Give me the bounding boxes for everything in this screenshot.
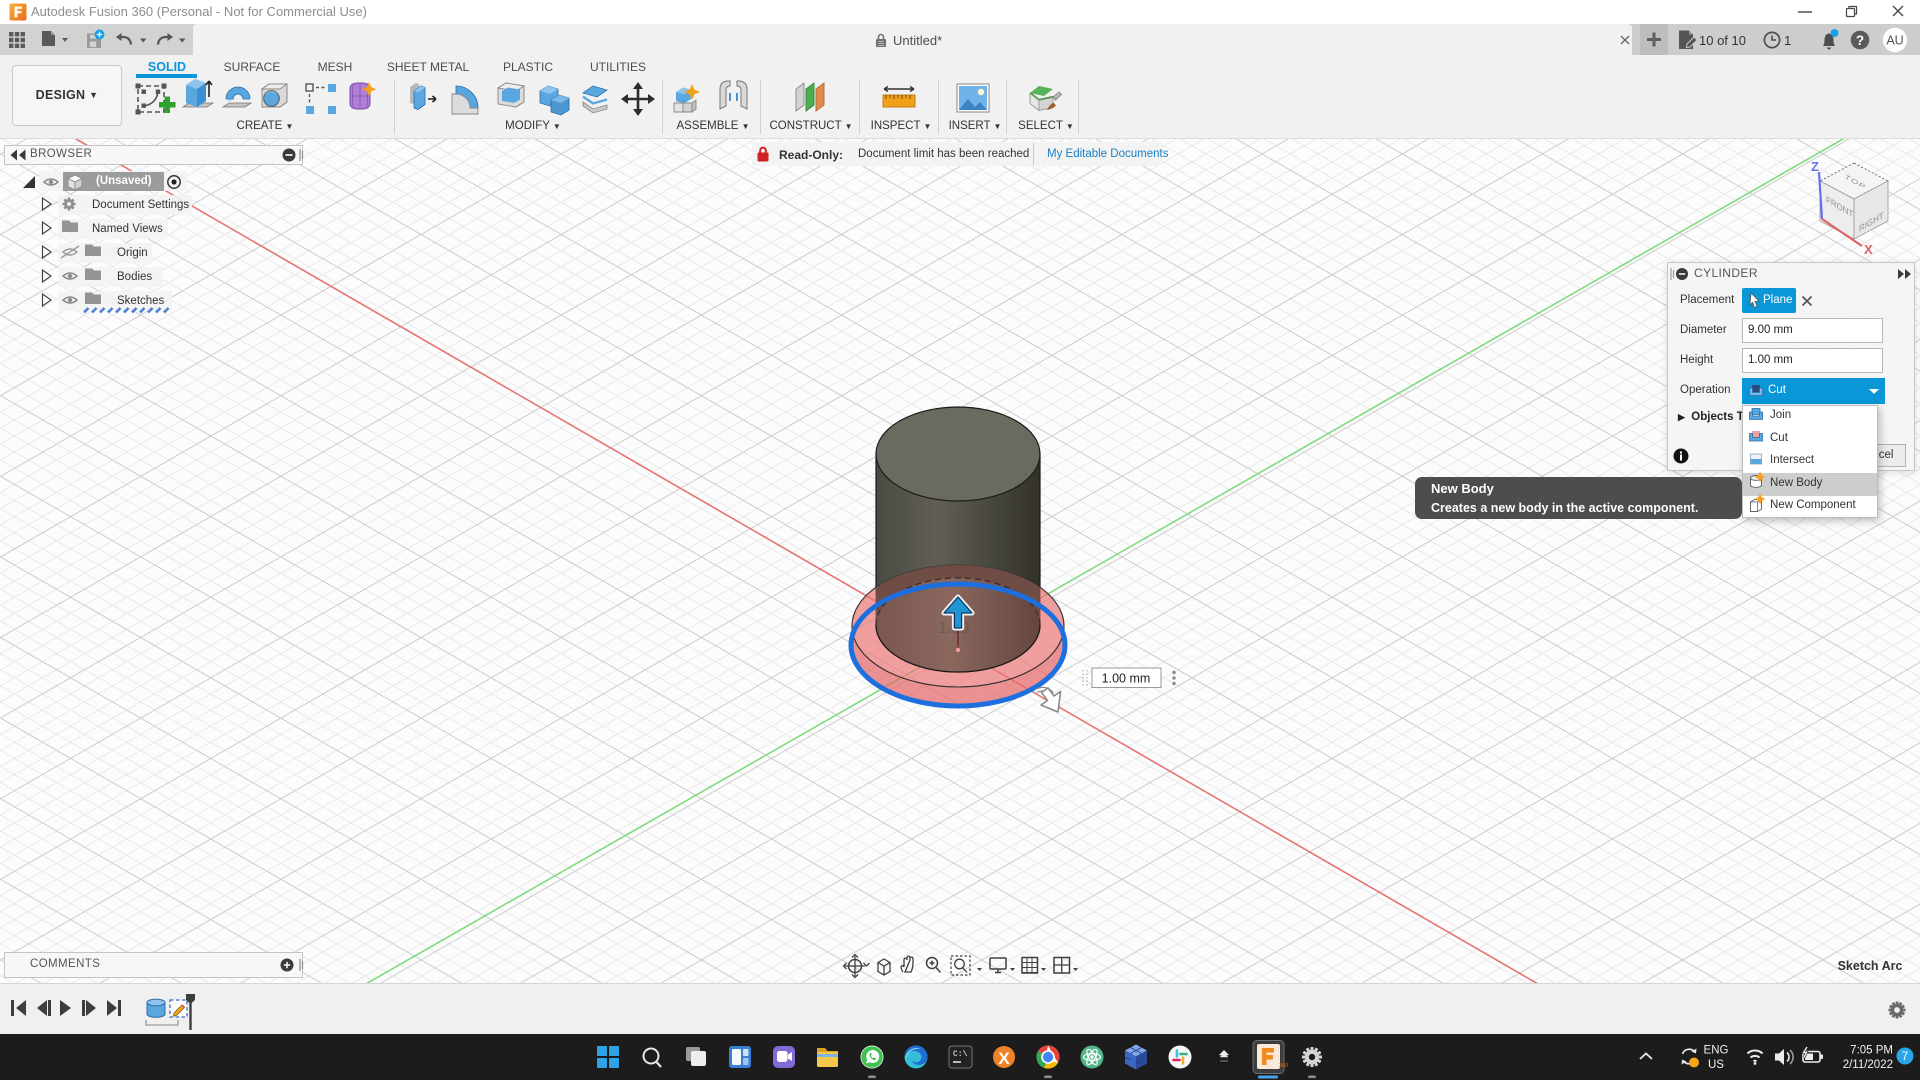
svg-text:X: X <box>1864 242 1873 257</box>
svg-text:Z: Z <box>1811 159 1819 174</box>
svg-text:7: 7 <box>1902 1051 1908 1063</box>
svg-text:US: US <box>1708 1059 1724 1071</box>
svg-text:7:05 PM: 7:05 PM <box>1850 1045 1893 1057</box>
svg-text:2/11/2022: 2/11/2022 <box>1843 1059 1893 1071</box>
svg-text:Sketch Arc: Sketch Arc <box>1838 959 1903 973</box>
svg-text:C:\: C:\ <box>953 1050 968 1059</box>
svg-text:ENG: ENG <box>1704 1045 1729 1057</box>
svg-text:AU: AU <box>1886 34 1903 48</box>
svg-text:1.00 mm: 1.00 mm <box>1102 672 1151 686</box>
svg-text:?: ? <box>1856 33 1864 48</box>
svg-text:X: X <box>998 1049 1010 1068</box>
svg-text:360: 360 <box>1279 1063 1288 1069</box>
